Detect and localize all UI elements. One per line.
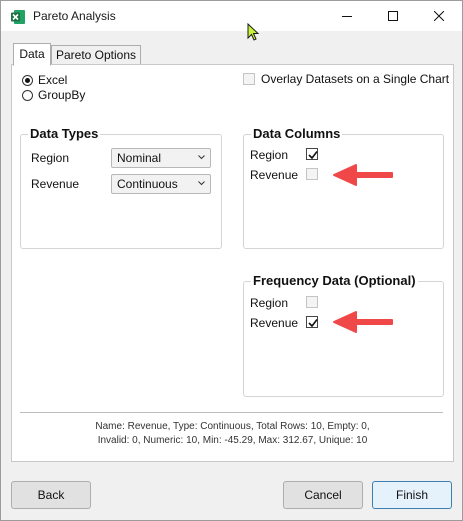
window-title: Pareto Analysis <box>33 9 116 23</box>
group-title: Data Columns <box>251 126 343 141</box>
radio-groupby[interactable]: GroupBy <box>22 88 85 102</box>
status-line-1: Name: Revenue, Type: Continuous, Total R… <box>95 421 370 432</box>
group-title: Frequency Data (Optional) <box>251 273 418 288</box>
close-button[interactable] <box>416 1 462 31</box>
mouse-cursor-icon <box>247 22 261 43</box>
group-title: Data Types <box>28 126 101 141</box>
status-line-2: Invalid: 0, Numeric: 10, Min: -45.29, Ma… <box>97 435 368 446</box>
column-label-revenue: Revenue <box>250 168 299 182</box>
pareto-dialog: Pareto Analysis Data Pareto Options Exce… <box>0 0 463 521</box>
overlay-checkbox[interactable] <box>243 73 255 85</box>
back-button[interactable]: Back <box>11 481 91 509</box>
red-arrow-annotation-icon <box>333 311 393 333</box>
tab-pareto-options[interactable]: Pareto Options <box>51 45 141 65</box>
revenue-frequency-checkbox[interactable] <box>306 316 318 328</box>
chevron-down-icon <box>198 181 205 186</box>
revenue-type-dropdown[interactable]: Continuous <box>111 174 211 194</box>
tab-data[interactable]: Data <box>13 43 51 66</box>
data-columns-group: Data Columns Region Revenue <box>243 126 444 249</box>
minimize-button[interactable] <box>324 1 370 31</box>
checkmark-icon <box>308 151 318 160</box>
radio-button[interactable] <box>22 89 33 101</box>
red-arrow-annotation-icon <box>333 164 393 186</box>
divider <box>20 412 443 413</box>
chevron-down-icon <box>198 155 205 160</box>
cancel-button[interactable]: Cancel <box>283 481 363 509</box>
column-label-region: Region <box>250 148 289 162</box>
radio-label: GroupBy <box>38 88 86 102</box>
title-bar: Pareto Analysis <box>1 1 462 31</box>
region-type-dropdown[interactable]: Nominal <box>111 148 211 168</box>
maximize-button[interactable] <box>370 1 416 31</box>
overlay-label: Overlay Datasets on a Single Chart <box>261 72 450 86</box>
field-label-region: Region <box>31 151 70 165</box>
finish-button[interactable]: Finish <box>372 481 452 509</box>
field-label-revenue: Revenue <box>31 177 80 191</box>
overlay-option[interactable]: Overlay Datasets on a Single Chart <box>243 72 449 86</box>
data-tab-panel: Excel GroupBy Overlay Datasets on a Sing… <box>11 64 454 462</box>
radio-excel[interactable]: Excel <box>22 73 67 87</box>
radio-button-selected[interactable] <box>22 74 33 86</box>
dropdown-value: Continuous <box>117 177 178 191</box>
dropdown-value: Nominal <box>117 151 162 165</box>
frequency-label-region: Region <box>250 296 289 310</box>
region-column-checkbox[interactable] <box>306 148 318 160</box>
checkmark-icon <box>308 319 318 328</box>
region-frequency-checkbox[interactable] <box>306 296 318 308</box>
radio-label: Excel <box>38 73 68 87</box>
data-types-group: Data Types Region Nominal Revenue Contin… <box>20 126 222 249</box>
excel-icon <box>10 9 26 25</box>
frequency-data-group: Frequency Data (Optional) Region Revenue <box>243 273 444 397</box>
revenue-column-checkbox[interactable] <box>306 168 318 180</box>
frequency-label-revenue: Revenue <box>250 316 299 330</box>
